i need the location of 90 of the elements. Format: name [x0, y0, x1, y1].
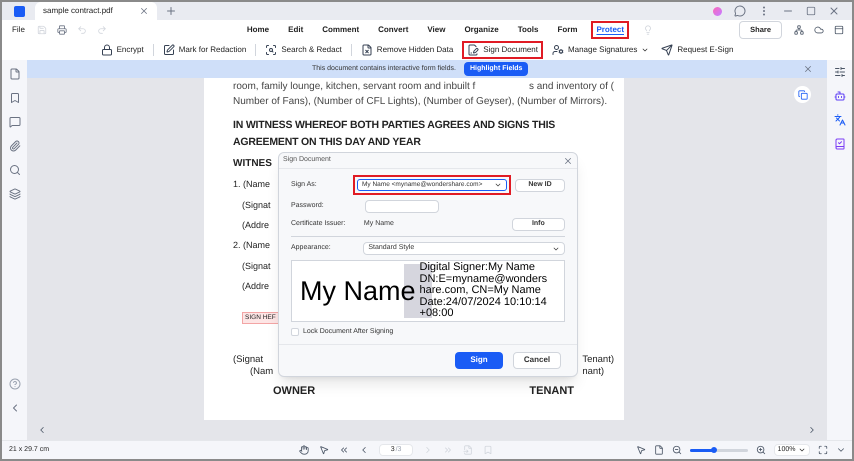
- document-tab[interactable]: sample contract.pdf: [35, 2, 157, 20]
- print-icon[interactable]: [56, 25, 67, 35]
- toolbar-button[interactable]: Manage Signatures: [548, 41, 652, 59]
- chat-icon[interactable]: [734, 5, 746, 17]
- hand-icon[interactable]: [299, 445, 310, 455]
- tool-icon: [162, 44, 175, 56]
- menu-tab[interactable]: Home: [246, 24, 270, 36]
- menu-tab[interactable]: View: [427, 24, 446, 36]
- maximize-icon[interactable]: [806, 6, 816, 16]
- tenant-label: TENANT: [529, 384, 574, 399]
- page-icon[interactable]: [8, 68, 20, 80]
- signer-info-text: DN:E=myname@wonders: [420, 274, 548, 285]
- view-icon[interactable]: [654, 445, 664, 455]
- slider-thumb[interactable]: [711, 447, 718, 453]
- tool-icon: [100, 44, 113, 56]
- document-text: s and inventory of (: [528, 80, 614, 94]
- document-text: 1. (Name: [233, 178, 270, 191]
- robot-icon[interactable]: [834, 90, 846, 102]
- close-icon[interactable]: [828, 5, 840, 17]
- zoom-out-icon[interactable]: [672, 445, 682, 455]
- owner-label: OWNER: [273, 384, 316, 399]
- layers-icon[interactable]: [8, 188, 20, 200]
- cloud-icon[interactable]: [814, 25, 824, 35]
- menu-tab[interactable]: Organize: [464, 24, 499, 36]
- panel-icon[interactable]: [834, 25, 844, 35]
- zoom-in-icon[interactable]: [756, 445, 766, 455]
- app-logo-icon: [14, 6, 25, 16]
- avatar[interactable]: [713, 6, 722, 16]
- bookmark-icon[interactable]: [8, 92, 20, 104]
- document-text: (Signat: [242, 199, 271, 212]
- tool-icon: [265, 44, 278, 56]
- document-text: 2. (Name: [233, 239, 270, 252]
- document-text: (Signat: [242, 260, 271, 273]
- caret-icon: [641, 46, 650, 54]
- select-icon[interactable]: [319, 445, 330, 455]
- document-heading: IN WITNESS WHEREOF BOTH PARTIES AGREES AND SIGNS THIS AGREEMENT ON THIS DAY AND YEAR: [233, 118, 556, 150]
- floating-button[interactable]: [794, 86, 811, 103]
- menu-tab[interactable]: Protect: [591, 21, 629, 39]
- document-text: WITNES: [233, 157, 272, 171]
- menu-tab[interactable]: Convert: [378, 24, 408, 36]
- translate-icon[interactable]: [834, 114, 846, 126]
- document-text: (Addre: [242, 280, 270, 293]
- document-text: (Signat: [233, 354, 264, 366]
- signer-info-text: Date:24/07/2024 10:10:14: [420, 296, 548, 308]
- document-text: (Nam: [250, 366, 274, 378]
- preview-name: My Name: [300, 274, 416, 308]
- first-page-icon[interactable]: [339, 445, 350, 455]
- document-text: (Addre: [242, 219, 270, 232]
- caret-icon: [494, 181, 502, 189]
- toolbar-button[interactable]: Mark for Redaction: [160, 41, 250, 59]
- search-icon[interactable]: [8, 164, 20, 176]
- signer-info-text: +08:00: [420, 308, 454, 320]
- cancel-button[interactable]: Cancel: [513, 352, 561, 368]
- zoom-slider[interactable]: [690, 448, 748, 452]
- password-field[interactable]: [365, 200, 439, 213]
- menu-tab[interactable]: Edit: [288, 24, 304, 36]
- toolbar-button[interactable]: Encrypt: [98, 41, 147, 59]
- attachment-icon[interactable]: [8, 140, 20, 152]
- menu-tab[interactable]: Tools: [518, 24, 538, 36]
- caret-icon: [798, 446, 806, 454]
- close-icon[interactable]: [139, 6, 149, 16]
- settings-icon[interactable]: [834, 66, 846, 78]
- sign-button[interactable]: Sign: [455, 352, 503, 368]
- help-icon[interactable]: [8, 378, 20, 390]
- cursor-icon[interactable]: [636, 445, 646, 455]
- close-icon[interactable]: [563, 156, 573, 166]
- tool-icon: [360, 44, 373, 56]
- document-text: Number of Fans), (Number of CFL Lights), (Number of Geyser), (Number of Mirrors).: [233, 95, 608, 109]
- toolbar-button[interactable]: Request E-Sign: [658, 41, 736, 59]
- fit-icon[interactable]: [818, 445, 828, 455]
- signer-info-text: hare.com, CN=My Name: [420, 285, 541, 297]
- toolbar-button[interactable]: Sign Document: [462, 41, 543, 59]
- lock-checkbox[interactable]: [291, 328, 299, 336]
- tool-icon: [661, 44, 674, 56]
- comment-icon[interactable]: [8, 116, 20, 128]
- toolbar-button[interactable]: Remove Hidden Data: [358, 41, 456, 59]
- document-text: room, family lounge, kitchen, servant room and inbuilt f: [233, 80, 476, 94]
- new-tab-icon[interactable]: [165, 5, 177, 17]
- close-icon[interactable]: [803, 64, 813, 74]
- document-text: nant): [582, 366, 604, 378]
- signer-info-text: Digital Signer:My Name: [420, 262, 536, 274]
- menu-tab[interactable]: Form: [557, 24, 578, 36]
- document-text: Tenant): [582, 354, 614, 366]
- tool-icon: [467, 44, 480, 56]
- network-icon[interactable]: [794, 25, 804, 35]
- file-menu[interactable]: File: [12, 24, 25, 36]
- toolbar-button[interactable]: Search & Redact: [262, 41, 345, 59]
- tool-icon: [552, 44, 564, 56]
- menu-tab[interactable]: Comment: [322, 24, 360, 36]
- book-check-icon[interactable]: [834, 138, 846, 150]
